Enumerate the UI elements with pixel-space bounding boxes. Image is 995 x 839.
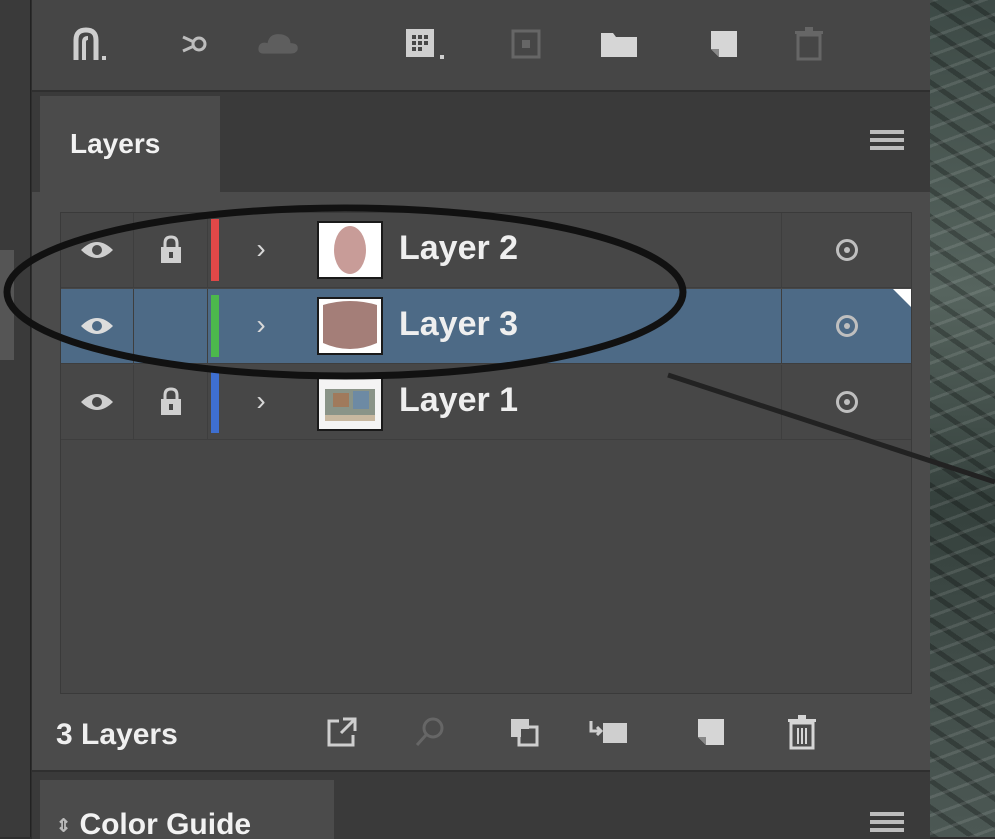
- color-guide-menu-icon[interactable]: [870, 812, 904, 838]
- color-guide-tab-bar: ⇕ Color Guide: [32, 770, 930, 839]
- expand-chevron-icon[interactable]: ›: [246, 227, 276, 271]
- visibility-toggle[interactable]: [61, 365, 134, 439]
- panel-menu-icon[interactable]: [870, 130, 904, 156]
- tab-color-guide-label: Color Guide: [79, 808, 252, 839]
- visibility-toggle[interactable]: [61, 289, 134, 363]
- visibility-toggle[interactable]: [61, 213, 134, 287]
- expand-chevron-icon[interactable]: ›: [246, 379, 276, 423]
- tab-color-guide[interactable]: ⇕ Color Guide: [40, 780, 334, 839]
- layer-count-label: 3 Layers: [56, 718, 178, 751]
- tab-layers[interactable]: Layers: [40, 96, 220, 192]
- left-collapse-handle[interactable]: [0, 250, 14, 360]
- layers-footer: 3 Layers: [32, 700, 930, 770]
- layer-name[interactable]: Layer 3: [399, 305, 518, 344]
- clip-icon[interactable]: [502, 710, 546, 754]
- lock-icon: [161, 387, 181, 415]
- canvas-photo-edge: [930, 0, 995, 837]
- share-icon[interactable]: [172, 22, 216, 66]
- layers-panel: Layers › Layer 2 › Layer 3 › Layer 1 3 L…: [32, 0, 930, 839]
- layer-color-indicator: [211, 295, 219, 357]
- collapse-arrows-icon: ⇕: [56, 815, 72, 836]
- new-layer-icon[interactable]: [702, 22, 746, 66]
- folder-icon[interactable]: [597, 22, 641, 66]
- layers-list: › Layer 2 › Layer 3 › Layer 1: [60, 212, 912, 694]
- target-circle-icon: [836, 315, 858, 337]
- lock-toggle[interactable]: [135, 289, 208, 363]
- layers-tab-bar: Layers: [32, 92, 930, 192]
- target-toggle[interactable]: [781, 365, 912, 439]
- artboard-icon: [504, 22, 548, 66]
- grid-icon[interactable]: [404, 22, 448, 66]
- tab-layers-label: Layers: [70, 128, 161, 159]
- layer-color-indicator: [211, 219, 219, 281]
- layer-row-layer-2[interactable]: › Layer 2: [61, 213, 911, 288]
- top-toolbar: [32, 0, 930, 92]
- layer-name[interactable]: Layer 2: [399, 229, 518, 268]
- layer-color-indicator: [211, 371, 219, 433]
- arc-tool-icon[interactable]: [72, 22, 116, 66]
- eye-icon: [81, 318, 113, 334]
- trash-icon[interactable]: [780, 710, 824, 754]
- target-toggle[interactable]: [781, 213, 912, 287]
- layer-thumbnail: [317, 373, 383, 431]
- expand-chevron-icon[interactable]: ›: [246, 303, 276, 347]
- layer-thumbnail: [317, 297, 383, 355]
- layer-name[interactable]: Layer 1: [399, 381, 518, 420]
- layer-thumbnail: [317, 221, 383, 279]
- target-circle-icon: [836, 391, 858, 413]
- export-icon[interactable]: [320, 710, 364, 754]
- layer-row-layer-3[interactable]: › Layer 3: [61, 289, 911, 364]
- eye-icon: [81, 394, 113, 410]
- lock-toggle[interactable]: [135, 365, 208, 439]
- target-circle-icon: [836, 239, 858, 261]
- left-edge: [0, 0, 31, 837]
- layer-row-layer-1[interactable]: › Layer 1: [61, 365, 911, 440]
- eye-icon: [81, 242, 113, 258]
- lock-icon: [161, 235, 181, 263]
- lock-toggle[interactable]: [135, 213, 208, 287]
- move-to-layer-icon[interactable]: [587, 710, 631, 754]
- selection-indicator-icon: [893, 289, 911, 307]
- cloud-icon: [257, 22, 301, 66]
- search-icon: [408, 710, 452, 754]
- new-sublayer-icon[interactable]: [689, 710, 733, 754]
- trash-icon: [787, 22, 831, 66]
